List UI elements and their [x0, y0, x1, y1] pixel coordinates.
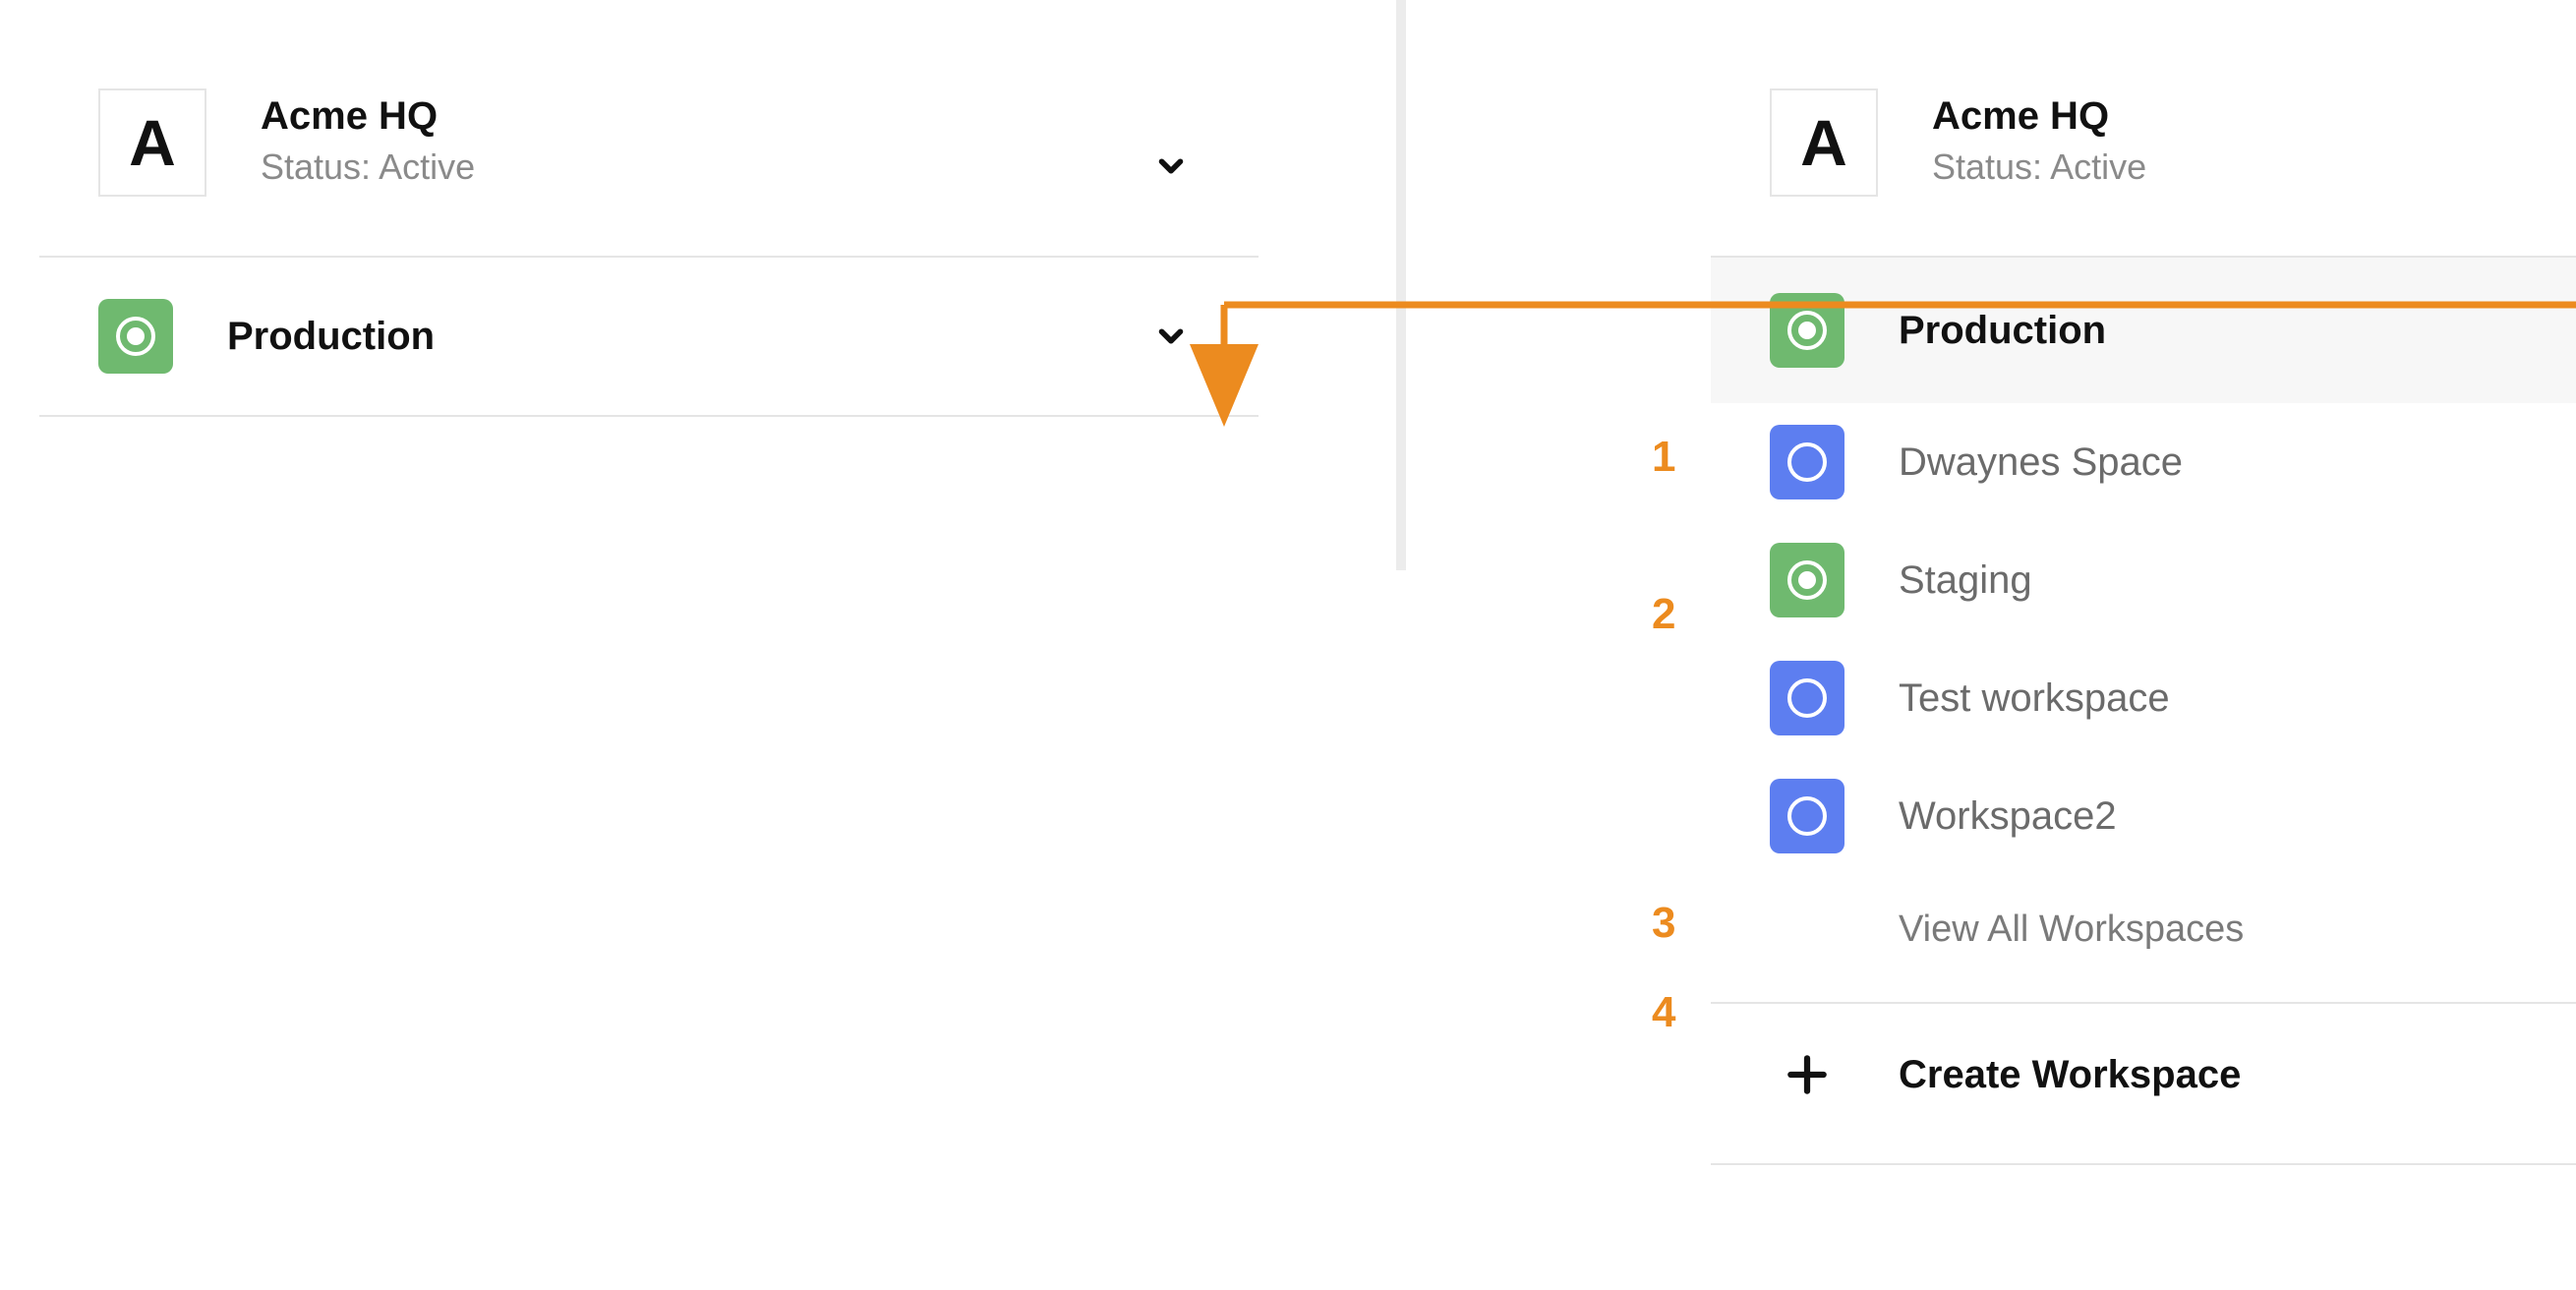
org-switcher[interactable]: A Acme HQ Status: Active: [1711, 39, 2576, 258]
create-workspace-label: Create Workspace: [1899, 1053, 2241, 1097]
org-avatar: A: [98, 88, 206, 197]
workspace-name: Production: [227, 315, 435, 359]
workspace-item[interactable]: Staging: [1711, 521, 2576, 639]
workspace-item[interactable]: Dwaynes Space: [1711, 403, 2576, 521]
workspace-icon-circle: [1770, 293, 1844, 368]
chevron-down-icon[interactable]: [1152, 318, 1190, 355]
workspace-icon-circle: [1770, 543, 1844, 617]
workspace-name: Staging: [1899, 558, 2032, 603]
workspace-name: Dwaynes Space: [1899, 440, 2183, 485]
org-name: Acme HQ: [261, 94, 1200, 139]
annotation-number-2: 2: [1652, 590, 1675, 639]
workspace-icon-moon: [1770, 779, 1844, 853]
workspace-name: Test workspace: [1899, 676, 2170, 721]
workspace-switcher-collapsed[interactable]: Production: [39, 258, 1259, 417]
create-workspace[interactable]: Create Workspace: [1711, 1004, 2576, 1145]
panel-divider: [1396, 0, 1406, 570]
workspace-icon-circle: [98, 299, 173, 374]
panel-collapsed: A Acme HQ Status: Active Production: [39, 39, 1259, 417]
org-text-block: Acme HQ Status: Active: [261, 88, 1200, 188]
org-name: Acme HQ: [1932, 94, 2576, 139]
annotation-number-3: 3: [1652, 899, 1675, 948]
workspace-name: Workspace2: [1899, 794, 2117, 839]
chevron-down-icon[interactable]: [1152, 147, 1190, 185]
workspace-item-selected[interactable]: Production: [1711, 258, 2576, 403]
workspace-icon-moon: [1770, 425, 1844, 499]
annotation-number-4: 4: [1652, 988, 1675, 1037]
workspace-name: Production: [1899, 309, 2106, 353]
view-all-label: View All Workspaces: [1899, 909, 2244, 951]
org-text-block: Acme HQ Status: Active: [1932, 88, 2576, 188]
org-status: Status: Active: [1932, 147, 2576, 188]
workspace-icon-moon: [1770, 661, 1844, 735]
org-status: Status: Active: [261, 147, 1200, 188]
panel-expanded: A Acme HQ Status: Active Production: [1711, 39, 2576, 1165]
org-avatar: A: [1770, 88, 1878, 197]
workspace-list: Production Dwaynes Space Staging: [1711, 258, 2576, 1165]
annotation-number-1: 1: [1652, 433, 1675, 482]
org-switcher[interactable]: A Acme HQ Status: Active: [39, 39, 1259, 258]
list-separator: [1711, 1163, 2576, 1165]
workspace-item[interactable]: Test workspace: [1711, 639, 2576, 757]
workspace-item[interactable]: Workspace2: [1711, 757, 2576, 875]
plus-icon: [1770, 1037, 1844, 1112]
view-all-workspaces[interactable]: View All Workspaces: [1711, 875, 2576, 984]
